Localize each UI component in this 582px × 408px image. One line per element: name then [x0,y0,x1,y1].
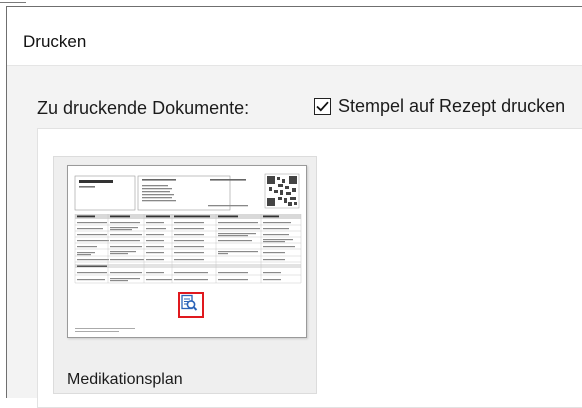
stamp-checkbox[interactable] [314,97,331,115]
dialog-title: Drucken [23,32,87,51]
document-thumbnail[interactable] [67,165,307,338]
zoom-preview-icon [181,294,198,311]
document-card[interactable]: Medikationsplan [53,156,317,394]
dialog-titlebar: Drucken [7,7,582,66]
preview-zoom-button[interactable] [178,292,204,318]
checkmark-icon [316,101,329,111]
documents-label: Zu druckende Dokumente: [37,98,250,118]
stamp-option[interactable]: Stempel auf Rezept drucken [314,93,565,119]
document-name: Medikationsplan [67,371,183,388]
print-dialog: Drucken Zu druckende Dokumente: Stempel … [6,6,582,408]
stamp-checkbox-label[interactable]: Stempel auf Rezept drucken [338,96,565,117]
document-list: Medikationsplan [37,128,582,408]
